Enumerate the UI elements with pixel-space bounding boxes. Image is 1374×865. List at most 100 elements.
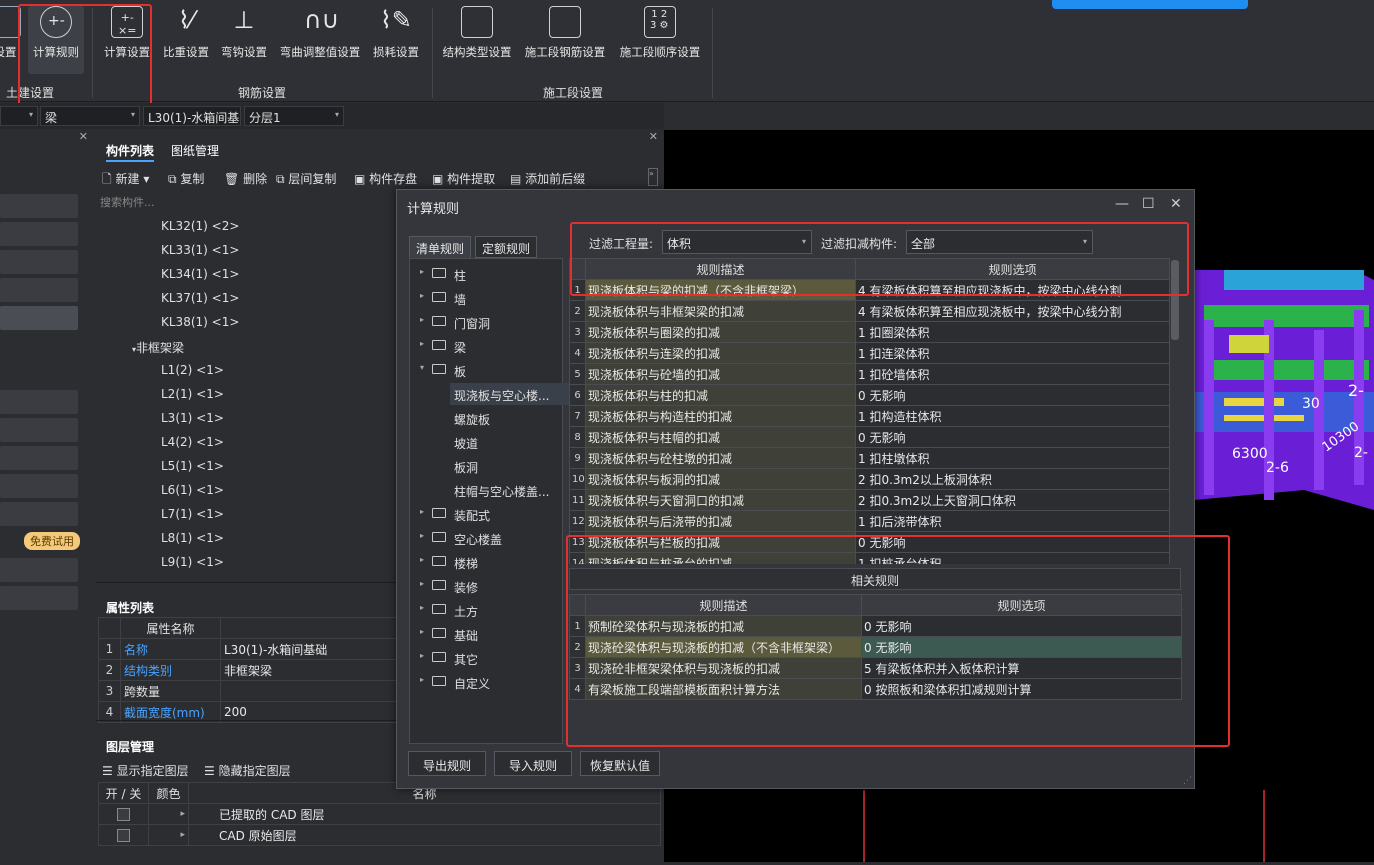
ribbon-button-section-order[interactable]: 1 23 ⚙ 施工段顺序设置 bbox=[614, 6, 706, 74]
resize-grip-icon[interactable]: ⋰ bbox=[1183, 776, 1192, 786]
table-row[interactable]: 2 现浇板体积与非框架梁的扣减 4 有梁板体积算至相应现浇板中，按梁中心线分割 bbox=[569, 300, 1170, 322]
tree-item-stairs[interactable]: ▸ 楼梯 bbox=[410, 551, 562, 573]
nav-item[interactable] bbox=[0, 474, 78, 498]
new-button[interactable]: 🗋 新建 ▾ bbox=[102, 170, 149, 191]
ribbon-button-hook-settings[interactable]: ⊥ 弯钩设置 bbox=[216, 6, 272, 74]
floor-select[interactable]: ▾ bbox=[0, 106, 38, 126]
floor-copy-button[interactable]: ⧉ 层间复制 bbox=[276, 170, 336, 187]
table-row[interactable]: 2 结构类别 非框架梁 bbox=[98, 659, 399, 681]
cloud-status-bar[interactable] bbox=[1052, 0, 1248, 9]
table-row[interactable]: 12 现浇板体积与后浇带的扣减 1 扣后浇带体积 bbox=[569, 510, 1170, 532]
close-icon[interactable]: ✕ bbox=[649, 130, 658, 143]
tab-drawing-manager[interactable]: 图纸管理 bbox=[171, 142, 219, 162]
tab-component-list[interactable]: 构件列表 bbox=[106, 142, 155, 162]
table-row[interactable]: 6 现浇板体积与柱的扣减 0 无影响 bbox=[569, 384, 1170, 406]
layer-toggle-checkbox[interactable] bbox=[117, 808, 130, 821]
table-row[interactable]: 3 现浇板体积与圈梁的扣减 1 扣圈梁体积 bbox=[569, 321, 1170, 343]
ribbon-button-loss-settings[interactable]: ⌇✎ 损耗设置 bbox=[368, 6, 424, 74]
export-rules-button[interactable]: 导出规则 bbox=[408, 751, 486, 776]
tab-bill-rules[interactable]: 清单规则 bbox=[409, 236, 472, 258]
nav-item[interactable] bbox=[0, 558, 78, 582]
ribbon-button-structure-type[interactable]: 结构类型设置 bbox=[438, 6, 516, 74]
trial-badge[interactable]: 免费试用 bbox=[24, 532, 80, 550]
component-type-select[interactable]: 梁 ▾ bbox=[40, 106, 140, 126]
list-item[interactable]: L6(1) <1> bbox=[161, 483, 224, 497]
list-item[interactable]: L2(1) <1> bbox=[161, 387, 224, 401]
show-layer-button[interactable]: ☰ 显示指定图层 bbox=[102, 762, 189, 779]
maximize-icon[interactable]: ☐ bbox=[1142, 196, 1155, 212]
tree-group-non-frame-beam[interactable]: ▾非框架梁 bbox=[132, 339, 184, 356]
ribbon-button-bend-adjust[interactable]: ∩∪ 弯曲调整值设置 bbox=[274, 6, 366, 74]
layer-select[interactable]: 分层1 ▾ bbox=[244, 106, 344, 126]
list-item[interactable]: L5(1) <1> bbox=[161, 459, 224, 473]
tree-item-door-window[interactable]: ▸ 门窗洞 bbox=[410, 311, 562, 333]
tree-item-slab-hole[interactable]: 板洞 bbox=[454, 455, 478, 477]
tree-item-prefab[interactable]: ▸ 装配式 bbox=[410, 503, 562, 525]
list-item[interactable]: KL33(1) <1> bbox=[161, 243, 239, 257]
component-select[interactable]: L30(1)-水箱间基 ▾ bbox=[143, 106, 241, 126]
add-prefix-button[interactable]: ▤ 添加前后缀 bbox=[510, 170, 585, 187]
ribbon-button-density-settings[interactable]: ⌇⁄ 比重设置 bbox=[158, 6, 214, 74]
nav-item-selected[interactable] bbox=[0, 306, 78, 330]
list-item[interactable]: KL34(1) <1> bbox=[161, 267, 239, 281]
nav-item[interactable] bbox=[0, 250, 78, 274]
table-row[interactable]: 3 跨数量 bbox=[98, 680, 399, 702]
table-row[interactable]: ▸ 已提取的 CAD 图层 bbox=[98, 803, 661, 825]
tree-item-slab[interactable]: ▾ 板 bbox=[410, 359, 562, 381]
nav-item[interactable] bbox=[0, 278, 78, 302]
table-row[interactable]: 11 现浇板体积与天窗洞口的扣减 2 扣0.3m2以上天窗洞口体积 bbox=[569, 489, 1170, 511]
list-item[interactable]: L7(1) <1> bbox=[161, 507, 224, 521]
search-input[interactable]: 搜索构件... bbox=[100, 194, 155, 210]
tree-item-column[interactable]: ▸ 柱 bbox=[410, 263, 562, 285]
tree-item-ramp[interactable]: 坡道 bbox=[454, 431, 478, 453]
list-item[interactable]: KL32(1) <2> bbox=[161, 219, 239, 233]
nav-item[interactable] bbox=[0, 418, 78, 442]
close-icon[interactable]: ✕ bbox=[1170, 196, 1182, 212]
expand-icon[interactable]: ▸ bbox=[148, 803, 189, 825]
table-row[interactable]: 7 现浇板体积与构造柱的扣减 1 扣构造柱体积 bbox=[569, 405, 1170, 427]
tree-item-spiral-slab[interactable]: 螺旋板 bbox=[454, 407, 490, 429]
list-item[interactable]: L1(2) <1> bbox=[161, 363, 224, 377]
expand-icon[interactable]: ▸ bbox=[148, 824, 189, 846]
copy-button[interactable]: ⧉ 复制 bbox=[168, 170, 204, 187]
tree-item-cast-slab[interactable]: 现浇板与空心楼... bbox=[450, 383, 574, 405]
tree-item-column-cap[interactable]: 柱帽与空心楼盖... bbox=[454, 479, 549, 501]
nav-item[interactable] bbox=[0, 502, 78, 526]
nav-item[interactable] bbox=[0, 446, 78, 470]
tab-quota-rules[interactable]: 定额规则 bbox=[475, 236, 538, 258]
nav-item[interactable] bbox=[0, 194, 78, 218]
layer-toggle-checkbox[interactable] bbox=[117, 829, 130, 842]
table-row[interactable]: 10 现浇板体积与板洞的扣减 2 扣0.3m2以上板洞体积 bbox=[569, 468, 1170, 490]
tree-item-foundation[interactable]: ▸ 基础 bbox=[410, 623, 562, 645]
list-item[interactable]: L8(1) <1> bbox=[161, 531, 224, 545]
tree-item-hollow-floor[interactable]: ▸ 空心楼盖 bbox=[410, 527, 562, 549]
table-row[interactable]: 4 现浇板体积与连梁的扣减 1 扣连梁体积 bbox=[569, 342, 1170, 364]
close-icon[interactable]: ✕ bbox=[79, 130, 88, 143]
tree-item-beam[interactable]: ▸ 梁 bbox=[410, 335, 562, 357]
list-item[interactable]: KL38(1) <1> bbox=[161, 315, 239, 329]
table-row[interactable]: 8 现浇板体积与柱帽的扣减 0 无影响 bbox=[569, 426, 1170, 448]
nav-item[interactable] bbox=[0, 222, 78, 246]
tree-item-wall[interactable]: ▸ 墙 bbox=[410, 287, 562, 309]
hide-layer-button[interactable]: ☰ 隐藏指定图层 bbox=[204, 762, 291, 779]
delete-button[interactable]: 🗑 删除 bbox=[224, 170, 267, 187]
nav-item[interactable] bbox=[0, 586, 78, 610]
extract-component-button[interactable]: ▣ 构件提取 bbox=[432, 170, 495, 187]
import-rules-button[interactable]: 导入规则 bbox=[494, 751, 572, 776]
list-item[interactable]: KL37(1) <1> bbox=[161, 291, 239, 305]
list-item[interactable]: L4(2) <1> bbox=[161, 435, 224, 449]
table-row[interactable]: 9 现浇板体积与砼柱墩的扣减 1 扣柱墩体积 bbox=[569, 447, 1170, 469]
tree-item-decoration[interactable]: ▸ 装修 bbox=[410, 575, 562, 597]
tree-item-custom[interactable]: ▸ 自定义 bbox=[410, 671, 562, 693]
table-row[interactable]: 1 名称 L30(1)-水箱间基础 bbox=[98, 638, 399, 660]
table-row[interactable]: 5 现浇板体积与砼墙的扣减 1 扣砼墙体积 bbox=[569, 363, 1170, 385]
expand-toolbar-icon[interactable]: » bbox=[648, 168, 658, 186]
tree-item-other[interactable]: ▸ 其它 bbox=[410, 647, 562, 669]
save-component-button[interactable]: ▣ 构件存盘 bbox=[354, 170, 417, 187]
table-row[interactable]: ▸ CAD 原始图层 bbox=[98, 824, 661, 846]
minimize-icon[interactable]: — bbox=[1115, 196, 1129, 212]
tree-item-earthwork[interactable]: ▸ 土方 bbox=[410, 599, 562, 621]
nav-item[interactable] bbox=[0, 390, 78, 414]
ribbon-button-section-rebar[interactable]: 施工段钢筋设置 bbox=[520, 6, 610, 74]
list-item[interactable]: L3(1) <1> bbox=[161, 411, 224, 425]
